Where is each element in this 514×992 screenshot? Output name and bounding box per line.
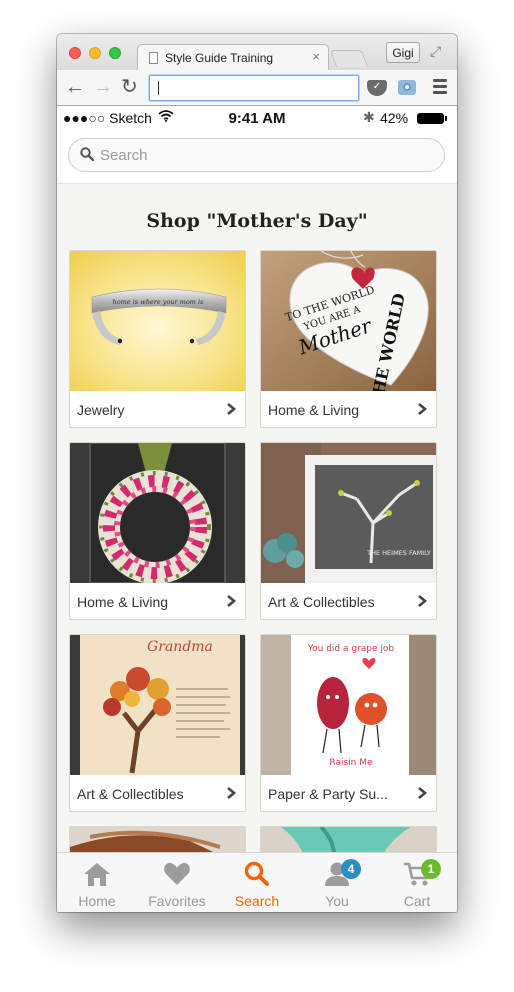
hamburger-menu-icon[interactable] bbox=[433, 79, 447, 95]
text-caret bbox=[158, 81, 159, 95]
battery-icon bbox=[417, 113, 447, 124]
battery-percent: 42% bbox=[380, 110, 409, 126]
category-card-jewelry[interactable]: home is where your mom is Jewelry bbox=[69, 250, 246, 428]
fullscreen-icon[interactable]: ⤢ bbox=[430, 43, 441, 60]
bluetooth-icon: ✱ bbox=[363, 109, 375, 125]
cart-count-badge: 1 bbox=[421, 859, 441, 879]
category-label: Paper & Party Su... bbox=[268, 786, 388, 802]
page-heading: Shop "Mother's Day" bbox=[146, 210, 368, 232]
svg-text:Raisin Me: Raisin Me bbox=[329, 758, 373, 768]
camera-icon[interactable] bbox=[398, 80, 416, 95]
tab-label: Home bbox=[78, 893, 116, 909]
house-icon bbox=[84, 863, 110, 886]
grape-job-card-image: You did a grape job Raisin Me bbox=[261, 635, 436, 775]
close-window-button[interactable] bbox=[69, 47, 81, 59]
document-icon bbox=[149, 52, 158, 64]
browser-tab[interactable]: Style Guide Training × bbox=[137, 44, 329, 71]
tab-label: Search bbox=[234, 893, 280, 909]
category-card-home-living-heart[interactable]: TO THE WORLD YOU ARE A Mother THE WORLD … bbox=[260, 250, 437, 428]
tab-title: Style Guide Training bbox=[165, 51, 274, 65]
heart-plaque-image: TO THE WORLD YOU ARE A Mother THE WORLD bbox=[261, 251, 436, 391]
tab-label: You bbox=[325, 893, 349, 909]
chevron-right-icon bbox=[227, 403, 237, 415]
category-label: Home & Living bbox=[268, 402, 360, 418]
back-arrow-icon[interactable]: ← bbox=[65, 75, 85, 99]
pocket-icon[interactable]: ✓ bbox=[367, 80, 387, 96]
reload-icon[interactable]: ↻ bbox=[121, 75, 138, 99]
notification-badge: 4 bbox=[341, 859, 361, 879]
svg-text:Grandma: Grandma bbox=[147, 639, 213, 655]
minimize-window-button[interactable] bbox=[89, 47, 101, 59]
category-label: Jewelry bbox=[77, 402, 125, 418]
tab-cart[interactable]: 1 Cart bbox=[377, 853, 457, 912]
heart-icon bbox=[164, 862, 190, 885]
chevron-right-icon bbox=[418, 403, 428, 415]
bottom-tab-bar: Home Favorites Search 4 You 1 Cart bbox=[57, 852, 457, 912]
zoom-window-button[interactable] bbox=[109, 47, 121, 59]
tab-home[interactable]: Home bbox=[57, 853, 137, 912]
search-header bbox=[57, 130, 457, 184]
forward-arrow-icon[interactable]: → bbox=[93, 75, 113, 99]
category-card-paper-party[interactable]: You did a grape job Raisin Me Paper & Pa… bbox=[260, 634, 437, 812]
browser-titlebar: Style Guide Training × Gigi ⤢ bbox=[57, 34, 457, 71]
address-bar[interactable] bbox=[149, 75, 359, 101]
magnifier-icon bbox=[80, 147, 94, 161]
tab-search[interactable]: Search bbox=[217, 853, 297, 912]
silver-cuff-bracelet-image: home is where your mom is bbox=[70, 251, 245, 391]
new-tab-button[interactable] bbox=[329, 50, 369, 67]
search-icon bbox=[244, 861, 269, 886]
chevron-right-icon bbox=[227, 787, 237, 799]
tab-close-icon[interactable]: × bbox=[312, 49, 320, 64]
category-label: Home & Living bbox=[77, 594, 169, 610]
search-field[interactable] bbox=[68, 138, 445, 172]
svg-text:You did a grape job: You did a grape job bbox=[307, 644, 395, 654]
category-label: Art & Collectibles bbox=[268, 594, 375, 610]
search-input[interactable] bbox=[100, 143, 400, 167]
tab-you[interactable]: 4 You bbox=[297, 853, 377, 912]
tab-label: Favorites bbox=[148, 893, 206, 909]
category-card-art-collectibles-grandma[interactable]: Grandma Art & Collectibles bbox=[69, 634, 246, 812]
chevron-right-icon bbox=[418, 787, 428, 799]
category-card-home-living-wreath[interactable]: Home & Living bbox=[69, 442, 246, 620]
browser-window: Style Guide Training × Gigi ⤢ ← → ↻ ✓ ●●… bbox=[57, 34, 457, 912]
chevron-right-icon bbox=[418, 595, 428, 607]
phone-viewport: ●●●○○ Sketch 9:41 AM ✱ 42% Shop "Mother'… bbox=[57, 106, 457, 912]
svg-text:THE HEIMES FAMILY: THE HEIMES FAMILY bbox=[366, 549, 431, 557]
tab-favorites[interactable]: Favorites bbox=[137, 853, 217, 912]
family-tree-print-image: THE HEIMES FAMILY bbox=[261, 443, 436, 583]
profile-button[interactable]: Gigi bbox=[386, 42, 420, 63]
category-label: Art & Collectibles bbox=[77, 786, 184, 802]
chevron-right-icon bbox=[227, 595, 237, 607]
tab-label: Cart bbox=[403, 893, 431, 909]
svg-text:home is where your mom is: home is where your mom is bbox=[113, 298, 205, 306]
tulip-wreath-image bbox=[70, 443, 245, 583]
grandma-tree-print-image: Grandma bbox=[70, 635, 245, 775]
ios-status-bar: ●●●○○ Sketch 9:41 AM ✱ 42% bbox=[57, 106, 457, 130]
category-card-art-collectibles-family[interactable]: THE HEIMES FAMILY Art & Collectibles bbox=[260, 442, 437, 620]
browser-toolbar: ← → ↻ ✓ bbox=[57, 70, 457, 106]
